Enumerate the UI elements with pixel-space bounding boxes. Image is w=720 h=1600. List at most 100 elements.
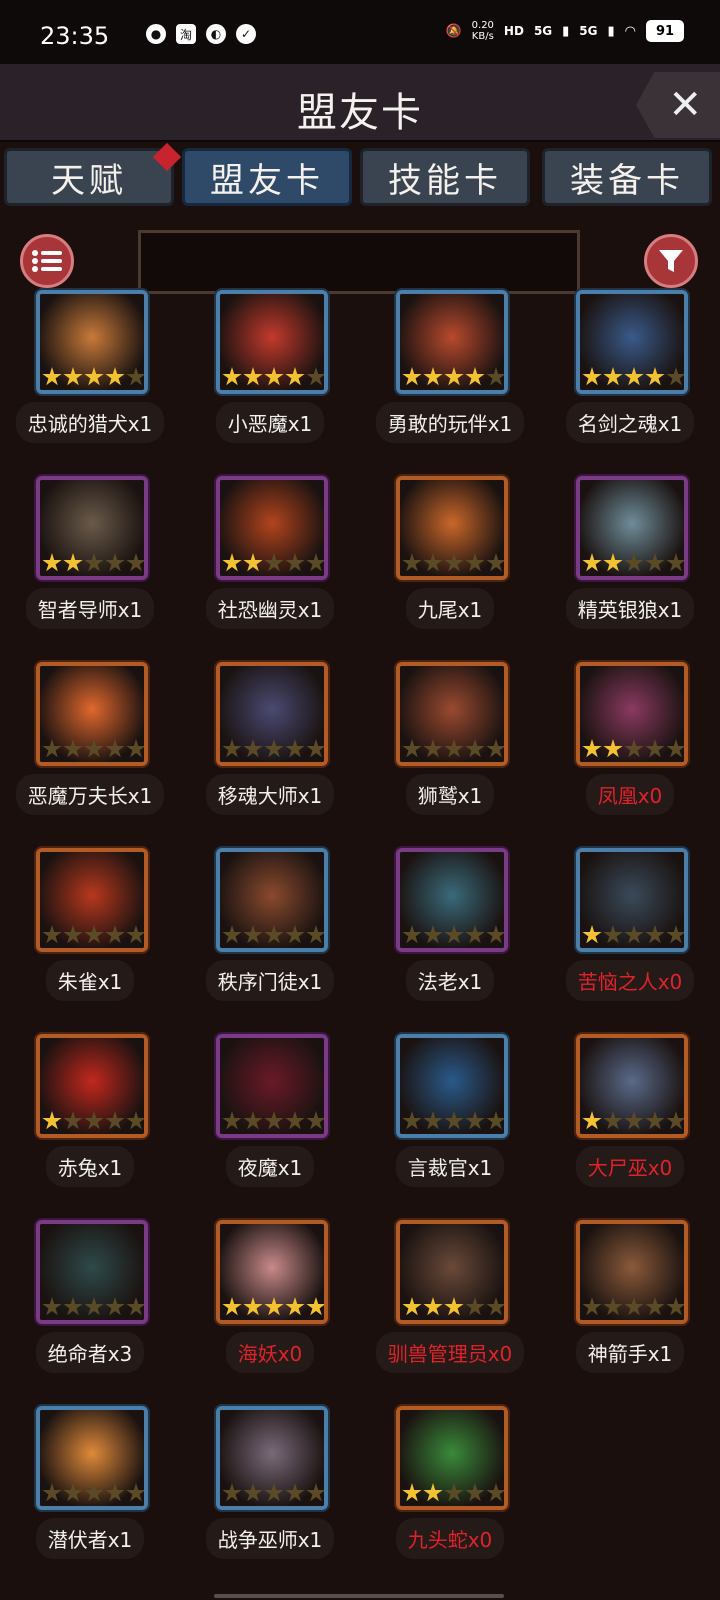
wifi-icon: ◠ (624, 23, 636, 39)
card-name-pill: 苦恼之人x0 (540, 960, 720, 1001)
star-icon (423, 367, 443, 386)
star-icon (306, 367, 324, 386)
star-icon (444, 1297, 464, 1316)
star-icon (603, 739, 623, 758)
star-icon (465, 925, 485, 944)
card-name: 大尸巫x0 (575, 1146, 685, 1187)
ally-card[interactable]: 言裁官x1 (360, 1034, 540, 1224)
star-icon (582, 367, 602, 386)
card-name-pill: 社恐幽灵x1 (180, 588, 360, 629)
card-name: 苦恼之人x0 (565, 960, 695, 1001)
ally-card[interactable]: 社恐幽灵x1 (180, 476, 360, 666)
star-icon (126, 367, 144, 386)
tab-ally-cards[interactable]: 盟友卡 (182, 148, 352, 206)
card-portrait (36, 290, 148, 394)
filter-button[interactable] (644, 234, 698, 288)
status-right: 🔕 0.20 KB/s HD 5G ▮ 5G ▮ ◠ 91 (445, 20, 684, 42)
tab-skill-cards[interactable]: 技能卡 (360, 148, 530, 206)
star-icon (126, 1111, 144, 1130)
ally-card[interactable]: 凤凰x0 (540, 662, 720, 852)
star-icon (486, 1111, 504, 1130)
star-icon (465, 553, 485, 572)
star-icon (582, 553, 602, 572)
ally-card[interactable]: 苦恼之人x0 (540, 848, 720, 1038)
star-icon (645, 553, 665, 572)
star-icon (465, 1111, 485, 1130)
card-name-pill: 忠诚的猎犬x1 (0, 402, 180, 443)
star-rating (222, 739, 324, 759)
ally-card[interactable]: 移魂大师x1 (180, 662, 360, 852)
app-icon: ◐ (206, 24, 226, 44)
star-icon (603, 925, 623, 944)
search-input[interactable] (138, 230, 580, 294)
star-icon (126, 1297, 144, 1316)
ally-card[interactable]: 九尾x1 (360, 476, 540, 666)
ally-card[interactable]: 大尸巫x0 (540, 1034, 720, 1224)
ally-card[interactable]: 绝命者x3 (0, 1220, 180, 1410)
star-icon (222, 739, 242, 758)
ally-card[interactable]: 潜伏者x1 (0, 1406, 180, 1596)
card-portrait (36, 662, 148, 766)
card-name-pill: 驯兽管理员x0 (360, 1332, 540, 1373)
card-name-pill: 勇敢的玩伴x1 (360, 402, 540, 443)
star-icon (84, 553, 104, 572)
star-icon (465, 1297, 485, 1316)
star-icon (645, 367, 665, 386)
star-icon (624, 925, 644, 944)
list-view-button[interactable] (20, 234, 74, 288)
ally-card[interactable]: 秩序门徒x1 (180, 848, 360, 1038)
star-icon (105, 925, 125, 944)
card-portrait (396, 1034, 508, 1138)
star-rating (582, 367, 684, 387)
ally-card[interactable]: 朱雀x1 (0, 848, 180, 1038)
ally-card[interactable]: 忠诚的猎犬x1 (0, 290, 180, 480)
star-icon (243, 1483, 263, 1502)
ally-card[interactable]: 海妖x0 (180, 1220, 360, 1410)
star-icon (306, 739, 324, 758)
tab-equipment-cards[interactable]: 装备卡 (542, 148, 712, 206)
star-rating (402, 367, 504, 387)
star-icon (222, 925, 242, 944)
star-icon (582, 1297, 602, 1316)
star-icon (402, 1111, 422, 1130)
star-icon (582, 739, 602, 758)
star-icon (126, 739, 144, 758)
star-rating (42, 1483, 144, 1503)
card-name: 名剑之魂x1 (565, 402, 695, 443)
ally-card[interactable]: 神箭手x1 (540, 1220, 720, 1410)
ally-card[interactable]: 九头蛇x0 (360, 1406, 540, 1596)
star-icon (486, 553, 504, 572)
star-icon (486, 367, 504, 386)
star-icon (126, 1483, 144, 1502)
ally-card[interactable]: 恶魔万夫长x1 (0, 662, 180, 852)
ally-card[interactable]: 赤兔x1 (0, 1034, 180, 1224)
tab-talent[interactable]: 天赋 (4, 142, 182, 206)
star-rating (582, 1297, 684, 1317)
ally-card[interactable]: 狮鹫x1 (360, 662, 540, 852)
card-name: 神箭手x1 (575, 1332, 685, 1373)
card-portrait (396, 476, 508, 580)
star-rating (222, 1111, 324, 1131)
card-portrait (576, 1034, 688, 1138)
status-bar: 23:35 ● 淘 ◐ ✓ 🔕 0.20 KB/s HD 5G ▮ 5G ▮ ◠… (0, 0, 720, 64)
card-portrait (216, 290, 328, 394)
ally-card[interactable]: 智者导师x1 (0, 476, 180, 666)
star-icon (486, 1483, 504, 1502)
star-icon (84, 1297, 104, 1316)
ally-card[interactable]: 法老x1 (360, 848, 540, 1038)
star-icon (84, 1483, 104, 1502)
star-icon (486, 925, 504, 944)
ally-card[interactable]: 小恶魔x1 (180, 290, 360, 480)
ally-card[interactable]: 勇敢的玩伴x1 (360, 290, 540, 480)
weibo-icon: ● (146, 24, 166, 44)
card-portrait (216, 476, 328, 580)
star-icon (666, 1111, 684, 1130)
ally-card[interactable]: 名剑之魂x1 (540, 290, 720, 480)
ally-card[interactable]: 夜魔x1 (180, 1034, 360, 1224)
ally-card[interactable]: 战争巫师x1 (180, 1406, 360, 1596)
ally-card[interactable]: 精英银狼x1 (540, 476, 720, 666)
mute-icon: 🔕 (445, 23, 462, 39)
star-icon (42, 1111, 62, 1130)
star-icon (105, 367, 125, 386)
ally-card[interactable]: 驯兽管理员x0 (360, 1220, 540, 1410)
